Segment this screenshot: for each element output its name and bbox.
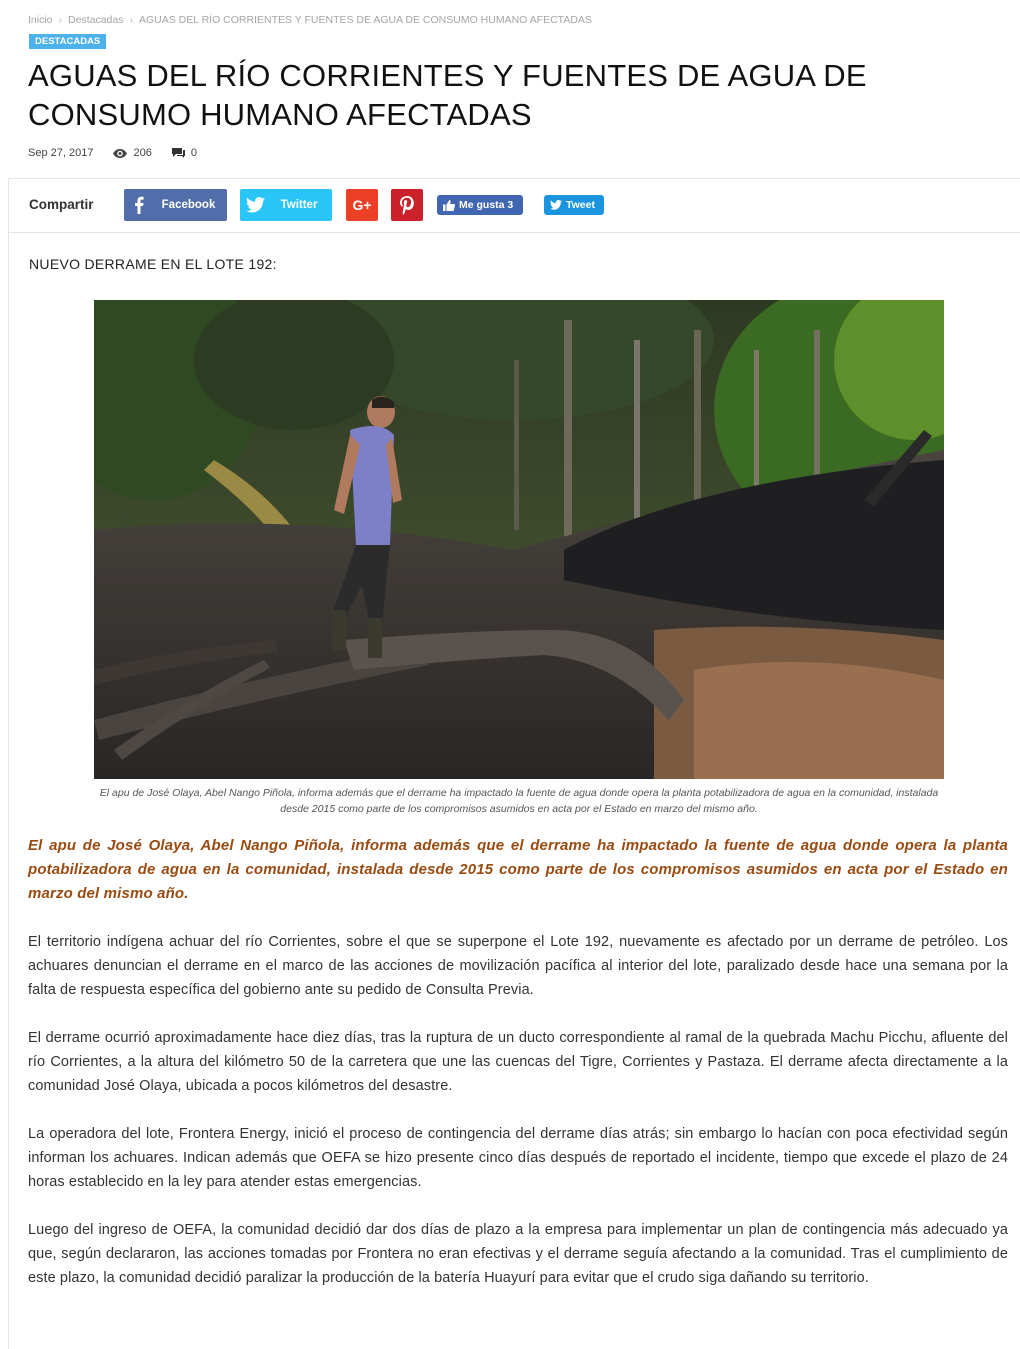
oil-spill-photo [94, 300, 944, 779]
google-plus-icon: G+ [352, 197, 372, 213]
article-paragraph: El territorio indígena achuar del río Co… [28, 934, 1008, 998]
breadcrumb-separator-icon: › [58, 14, 63, 26]
tweet-label: Tweet [566, 199, 595, 211]
thumbs-up-icon [443, 199, 455, 211]
eye-icon [113, 148, 128, 158]
breadcrumb-current: AGUAS DEL RÍO CORRIENTES Y FUENTES DE AG… [138, 14, 592, 26]
breadcrumb-separator-icon: › [129, 14, 133, 26]
share-divider-top [8, 178, 1020, 179]
twitter-share-label: Twitter [280, 199, 318, 211]
post-date: Sep 27, 2017 [28, 147, 94, 159]
views-count: 206 [113, 147, 152, 159]
article-lead: El apu de José Olaya, Abel Nango Piñola,… [28, 837, 1008, 902]
category-tag[interactable]: DESTACADAS [29, 34, 107, 49]
comment-icon [171, 148, 185, 158]
like-label: Me gusta 3 [459, 199, 514, 211]
breadcrumb: Inicio › Destacadas › AGUAS DEL RÍO CORRIENT… [28, 14, 598, 26]
twitter-icon [240, 197, 270, 213]
twitter-share-button[interactable]: Twitter [240, 189, 332, 221]
article-paragraph: Luego del ingreso de OEFA, la comunidad … [28, 1222, 1008, 1286]
share-label: Compartir [29, 197, 94, 212]
tweet-button[interactable]: Tweet [544, 195, 604, 215]
share-divider-bottom [8, 232, 1020, 233]
breadcrumb-home-link[interactable]: Inicio [28, 14, 53, 26]
left-divider [8, 178, 9, 1349]
breadcrumb-category-link[interactable]: Destacadas [68, 14, 123, 26]
views-value: 206 [133, 147, 152, 159]
twitter-bird-icon [550, 200, 562, 210]
pinterest-share-button[interactable] [391, 189, 423, 221]
facebook-like-button[interactable]: Me gusta 3 [437, 195, 523, 215]
article-intro: NUEVO DERRAME EN EL LOTE 192: [29, 256, 277, 272]
facebook-share-button[interactable]: Facebook [124, 189, 227, 221]
google-plus-share-button[interactable]: G+ [346, 189, 378, 221]
article-paragraph: El derrame ocurrió aproximadamente hace … [28, 1030, 1008, 1094]
article-paragraph: La operadora del lote, Frontera Energy, … [28, 1126, 1008, 1190]
photo-caption: El apu de José Olaya, Abel Nango Piñola,… [99, 787, 939, 815]
facebook-icon [124, 196, 154, 214]
post-meta: Sep 27, 2017 206 0 [28, 147, 197, 159]
facebook-share-label: Facebook [161, 199, 216, 211]
comments-count[interactable]: 0 [171, 147, 197, 159]
pinterest-icon [400, 195, 414, 215]
article-photo [94, 300, 944, 779]
page-title: AGUAS DEL RÍO CORRIENTES Y FUENTES DE AG… [28, 58, 867, 132]
article-page: Inicio › Destacadas › AGUAS DEL RÍO CORRIENT… [0, 0, 1020, 1349]
comments-value: 0 [190, 147, 197, 159]
